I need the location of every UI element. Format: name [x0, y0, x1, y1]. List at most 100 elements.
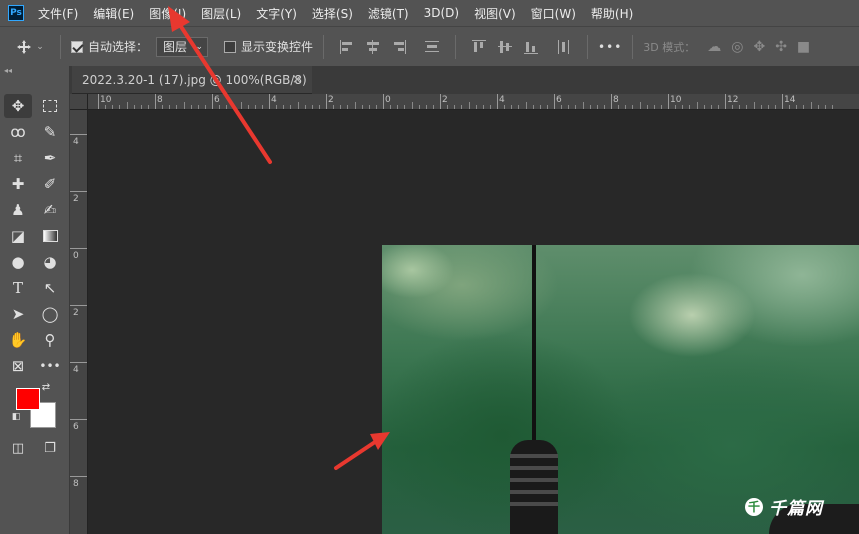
collapse-panel-icon[interactable]: ◂◂ [4, 66, 12, 75]
ruler-minor-tick [226, 105, 228, 109]
default-colors-icon[interactable]: ◧ [8, 410, 24, 424]
move-tool-preset[interactable]: ⌄ [10, 39, 50, 55]
menu-window[interactable]: 窗口(W) [531, 5, 576, 22]
ruler-minor-tick [133, 105, 135, 109]
ruler-minor-tick [511, 105, 513, 109]
3d-pan-icon[interactable]: ✥ [753, 39, 765, 55]
ellipse-tool-icon[interactable]: ◯ [36, 302, 64, 326]
ruler-minor-tick [575, 105, 577, 109]
ruler-minor-tick [418, 105, 420, 109]
3d-slide-icon[interactable]: ✣ [775, 39, 787, 55]
menu-image[interactable]: 图像(I) [149, 5, 186, 22]
align-horizontal-center-icon[interactable] [365, 39, 381, 55]
ruler-major-tick [70, 305, 87, 306]
menu-filter[interactable]: 滤镜(T) [368, 5, 409, 22]
history-brush-tool-icon[interactable]: ✍ [36, 198, 64, 222]
menu-select[interactable]: 选择(S) [312, 5, 353, 22]
menu-3d[interactable]: 3D(D) [424, 6, 459, 20]
ruler-origin[interactable] [70, 94, 88, 110]
ruler-tick-label: 6 [556, 95, 562, 105]
menu-edit[interactable]: 编辑(E) [93, 5, 134, 22]
zoom-tool-icon[interactable]: ⚲ [36, 328, 64, 352]
align-top-icon[interactable] [471, 39, 487, 55]
auto-select-dropdown[interactable]: 图层 ⌄ [156, 36, 209, 57]
gradient-tool-icon[interactable] [36, 224, 64, 248]
ruler-minor-tick [454, 105, 456, 109]
quick-select-tool-icon[interactable]: ✎ [36, 120, 64, 144]
type-tool-icon[interactable]: T [4, 276, 32, 300]
marquee-tool-icon[interactable] [36, 94, 64, 118]
ruler-minor-tick [817, 105, 819, 109]
ruler-minor-tick [504, 105, 506, 109]
close-icon[interactable]: × [292, 72, 302, 86]
align-right-icon[interactable] [391, 39, 407, 55]
ruler-minor-tick [219, 105, 221, 109]
document-image[interactable] [382, 245, 859, 534]
3d-orbit-icon[interactable]: ☁ [707, 39, 721, 55]
clone-stamp-tool-icon[interactable]: ♟ [4, 198, 32, 222]
align-left-icon[interactable] [339, 39, 355, 55]
ruler-minor-tick [760, 105, 762, 109]
lasso-tool-icon[interactable]: ꝏ [4, 120, 32, 144]
quick-mask-tool-icon[interactable]: ◫ [4, 436, 32, 460]
align-bottom-icon[interactable] [523, 39, 539, 55]
horizontal-ruler[interactable]: 10 8 6 4 2 0 2 4 6 8 10 12 14 [88, 94, 859, 110]
menu-layer[interactable]: 图层(L) [201, 5, 241, 22]
crop-tool-icon[interactable]: ⌗ [4, 146, 32, 170]
auto-select-value: 图层 [163, 40, 188, 54]
blur-tool-icon[interactable]: ● [4, 250, 32, 274]
menu-type[interactable]: 文字(Y) [256, 5, 297, 22]
ruler-minor-tick [568, 105, 570, 109]
ruler-major-tick [725, 94, 726, 109]
3d-scale-icon[interactable]: ■ [797, 39, 810, 55]
tools-panel: ◂◂ ✥ ꝏ ✎ ⌗ ✒ ✚ ✐ ♟ ✍ ◪ ● ◕ T ↖ ➤ ◯ ✋ ⚲ ⊠… [0, 66, 70, 534]
menu-help[interactable]: 帮助(H) [591, 5, 633, 22]
auto-select-checkbox[interactable] [71, 40, 83, 53]
dodge-tool-icon[interactable]: ◕ [36, 250, 64, 274]
image-wire [532, 245, 536, 455]
frame-tool-icon[interactable]: ⊠ [4, 354, 32, 378]
more-tools-icon[interactable]: ••• [36, 354, 64, 378]
screen-mode-tool-icon[interactable]: ❐ [36, 436, 64, 460]
document-tab-title: 2022.3.20-1 (17).jpg @ 100%(RGB/8) [82, 72, 307, 87]
ruler-minor-tick [753, 102, 755, 109]
ruler-major-tick [70, 248, 87, 249]
hand-tool-icon[interactable]: ✋ [4, 328, 32, 352]
ruler-minor-tick [311, 105, 313, 109]
ruler-minor-tick [318, 105, 320, 109]
ruler-minor-tick [119, 105, 121, 109]
distribute-vertical-icon[interactable] [424, 39, 440, 55]
ruler-minor-tick [717, 105, 719, 109]
ruler-major-tick [782, 94, 783, 109]
ruler-minor-tick [283, 105, 285, 109]
3d-roll-icon[interactable]: ◎ [731, 39, 743, 55]
ruler-minor-tick [233, 105, 235, 109]
direct-select-tool-icon[interactable]: ➤ [4, 302, 32, 326]
eyedropper-tool-icon[interactable]: ✒ [36, 146, 64, 170]
ruler-major-tick [497, 94, 498, 109]
menu-file[interactable]: 文件(F) [38, 5, 78, 22]
path-select-tool-icon[interactable]: ↖ [36, 276, 64, 300]
menu-view[interactable]: 视图(V) [474, 5, 516, 22]
more-options-button[interactable]: ••• [598, 40, 622, 54]
brush-tool-icon[interactable]: ✐ [36, 172, 64, 196]
ruler-minor-tick [618, 105, 620, 109]
separator [323, 34, 325, 59]
ruler-minor-tick [525, 102, 527, 109]
ruler-tick-label: 10 [670, 95, 682, 105]
ruler-minor-tick [304, 105, 306, 109]
show-transform-group: 显示变换控件 [224, 38, 313, 55]
healing-brush-tool-icon[interactable]: ✚ [4, 172, 32, 196]
show-transform-checkbox[interactable] [224, 40, 237, 53]
ruler-minor-tick [425, 105, 427, 109]
move-tool-icon[interactable]: ✥ [4, 94, 32, 118]
ruler-minor-tick [482, 105, 484, 109]
eraser-tool-icon[interactable]: ◪ [4, 224, 32, 248]
foreground-color-swatch[interactable] [16, 388, 40, 410]
document-tab[interactable]: 2022.3.20-1 (17).jpg @ 100%(RGB/8) × [72, 66, 312, 94]
distribute-horizontal-icon[interactable] [556, 39, 572, 55]
vertical-ruler[interactable]: 4 2 0 2 4 6 8 [70, 110, 88, 534]
align-vertical-center-icon[interactable] [497, 39, 513, 55]
ruler-minor-tick [475, 105, 477, 109]
separator [587, 34, 589, 59]
